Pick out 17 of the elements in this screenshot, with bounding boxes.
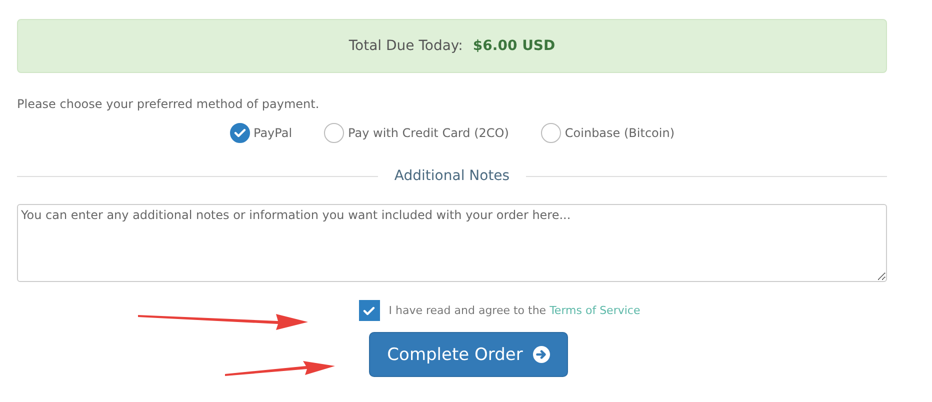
total-due-label: Total Due Today:: [348, 38, 463, 54]
complete-order-button[interactable]: Complete Order: [369, 332, 568, 377]
total-due-amount: $6.00 USD: [472, 38, 556, 54]
radio-button[interactable]: [324, 123, 344, 143]
check-icon: [363, 306, 376, 316]
check-icon: [234, 128, 246, 138]
section-heading: Additional Notes: [394, 168, 510, 184]
payment-option[interactable]: Coinbase (Bitcoin): [540, 123, 674, 143]
notes-field[interactable]: You can enter any additional notes or information you want included with your order here...: [17, 204, 887, 282]
radio-button[interactable]: [540, 123, 561, 143]
payment-prompt: Please choose your preferred method of payment.: [17, 97, 320, 111]
terms-label: I have read and agree to the Terms of Service: [388, 304, 640, 317]
radio-button[interactable]: [230, 123, 250, 143]
payment-option[interactable]: Pay with Credit Card (2CO): [324, 123, 509, 143]
arrow-circle-icon: [532, 346, 550, 363]
checkbox[interactable]: [358, 300, 380, 321]
payment-option[interactable]: PayPal: [230, 123, 292, 143]
